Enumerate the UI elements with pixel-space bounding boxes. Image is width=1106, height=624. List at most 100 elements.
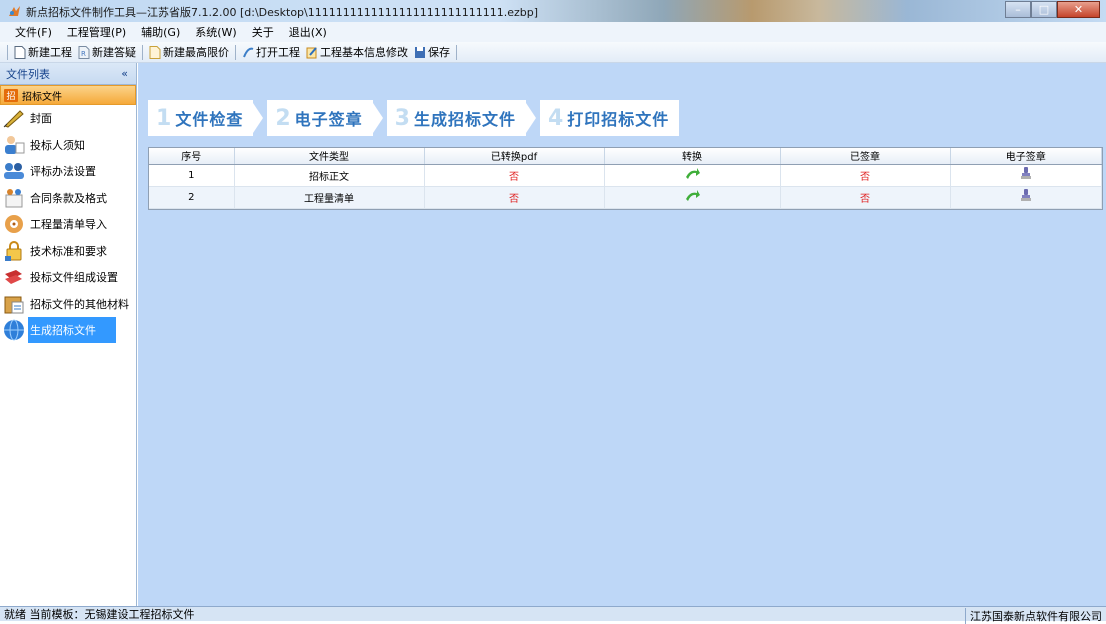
menu-exit[interactable]: 退出(X) <box>282 24 335 40</box>
app-icon <box>9 6 20 16</box>
menu-about[interactable]: 关于 <box>245 24 282 40</box>
title-bar[interactable]: 新点招标文件制作工具—江苏省版7.1.2.00 [d:\Desktop\1111… <box>0 0 1106 22</box>
sidebar-item-bidder-notice[interactable]: 投标人须知 <box>0 132 136 159</box>
step-file-check[interactable]: 1 文件检查 <box>148 100 254 136</box>
new-max-price-label: 新建最高限价 <box>163 46 229 59</box>
step-number: 3 <box>394 105 410 131</box>
folder-icon <box>4 296 24 314</box>
cell-converted: 否 <box>424 186 605 209</box>
close-button[interactable]: ✕ <box>1057 1 1100 18</box>
save-label: 保存 <box>428 46 450 59</box>
step-label: 打印招标文件 <box>567 110 670 129</box>
sidebar-item-bill-import[interactable]: 工程量清单导入 <box>0 211 136 238</box>
people-icon <box>4 163 24 180</box>
new-answer-button[interactable]: R 新建答疑 <box>75 43 139 62</box>
table-row[interactable]: 2 工程量清单 否 否 <box>149 186 1102 209</box>
bid-tag-icon: 招 <box>4 88 18 102</box>
contract-icon <box>5 188 23 208</box>
grid-header-row: 序号 文件类型 已转换pdf 转换 已签章 电子签章 <box>149 148 1102 165</box>
maximize-button[interactable]: □ <box>1031 1 1057 18</box>
column-header-signed[interactable]: 已签章 <box>780 148 951 165</box>
sidebar-item-tech-standards[interactable]: 技术标准和要求 <box>0 238 136 265</box>
cell-type: 工程量清单 <box>234 186 425 209</box>
edit-info-button[interactable]: 工程基本信息修改 <box>303 43 411 62</box>
step-generate[interactable]: 3 生成招标文件 <box>386 100 526 136</box>
toolbar-separator <box>456 44 457 60</box>
step-label: 文件检查 <box>175 110 244 129</box>
status-text: 就绪 当前模板：无锡建设工程招标文件 <box>4 608 195 621</box>
cell-type: 招标正文 <box>234 164 425 187</box>
convert-arrow-icon[interactable] <box>684 167 700 180</box>
main-panel: 1 文件检查 2 电子签章 3 生成招标文件 4 打印招标文件 序号 文件类型 … <box>138 63 1106 606</box>
sidebar-item-label: 投标文件组成设置 <box>30 271 118 285</box>
sidebar-item-label: 合同条款及格式 <box>30 191 107 205</box>
file-list-header: 文件列表 « <box>0 63 136 85</box>
cell-convert <box>604 164 781 187</box>
toolbar: 新建工程 R 新建答疑 新建最高限价 打开工程 工程基本信息修改 保存 <box>0 42 1106 63</box>
open-project-label: 打开工程 <box>256 46 300 59</box>
step-number: 1 <box>156 105 172 131</box>
step-label: 电子签章 <box>294 110 363 129</box>
answer-doc-icon: R <box>78 45 90 59</box>
cell-convert <box>604 186 781 209</box>
cell-signed: 否 <box>780 186 951 209</box>
cell-seq: 1 <box>149 164 235 187</box>
company-name: 江苏国泰新点软件有限公司 <box>965 608 1102 624</box>
step-e-sign[interactable]: 2 电子签章 <box>267 100 373 136</box>
svg-text:R: R <box>81 50 86 58</box>
column-header-converted[interactable]: 已转换pdf <box>424 148 605 165</box>
toolbar-grip <box>7 44 8 60</box>
new-project-button[interactable]: 新建工程 <box>11 43 75 62</box>
file-list-title: 文件列表 <box>6 67 50 81</box>
group-bidding-doc[interactable]: 招 招标文件 <box>0 85 136 105</box>
convert-arrow-icon[interactable] <box>684 189 700 202</box>
new-answer-label: 新建答疑 <box>92 46 136 59</box>
pen-icon <box>3 110 24 128</box>
stamp-icon[interactable] <box>1020 167 1031 180</box>
stamp-icon[interactable] <box>1020 189 1031 202</box>
column-header-convert[interactable]: 转换 <box>604 148 781 165</box>
lock-icon <box>5 240 22 261</box>
menu-assist[interactable]: 辅助(G) <box>134 24 188 40</box>
sidebar-item-label: 生成招标文件 <box>28 317 116 344</box>
edit-icon <box>306 46 317 58</box>
step-wizard: 1 文件检查 2 电子签章 3 生成招标文件 4 打印招标文件 <box>148 100 680 136</box>
column-header-type[interactable]: 文件类型 <box>234 148 425 165</box>
cell-converted: 否 <box>424 164 605 187</box>
table-row[interactable]: 1 招标正文 否 否 <box>149 164 1102 187</box>
sidebar-item-cover[interactable]: 封面 <box>0 105 136 132</box>
sidebar-item-evaluation[interactable]: 评标办法设置 <box>0 158 136 185</box>
column-header-seq[interactable]: 序号 <box>149 148 235 165</box>
sidebar-item-other-materials[interactable]: 招标文件的其他材料 <box>0 291 136 318</box>
globe-icon <box>4 319 24 341</box>
price-doc-icon <box>149 45 161 59</box>
menu-bar: 文件(F) 工程管理(P) 辅助(G) 系统(W) 关于 退出(X) <box>0 22 1106 42</box>
sidebar-item-contract[interactable]: 合同条款及格式 <box>0 185 136 212</box>
menu-system[interactable]: 系统(W) <box>188 24 244 40</box>
cell-seq: 2 <box>149 186 235 209</box>
save-icon <box>415 46 425 58</box>
sidebar-item-generate[interactable]: 生成招标文件 <box>0 317 136 344</box>
window-controls: – □ ✕ <box>1005 1 1100 19</box>
step-number: 2 <box>275 105 291 131</box>
status-bar: 就绪 当前模板：无锡建设工程招标文件 江苏国泰新点软件有限公司 <box>0 606 1106 624</box>
menu-file[interactable]: 文件(F) <box>8 24 60 40</box>
step-print[interactable]: 4 打印招标文件 <box>539 100 680 136</box>
toolbar-separator <box>235 44 236 60</box>
save-button[interactable]: 保存 <box>411 43 453 62</box>
menu-project[interactable]: 工程管理(P) <box>60 24 134 40</box>
collapse-icon[interactable]: « <box>121 67 128 80</box>
sidebar-item-label: 投标人须知 <box>30 138 85 152</box>
edit-info-label: 工程基本信息修改 <box>320 46 408 59</box>
group-label: 招标文件 <box>22 91 62 103</box>
open-project-button[interactable]: 打开工程 <box>239 43 303 62</box>
step-label: 生成招标文件 <box>413 110 516 129</box>
minimize-button[interactable]: – <box>1005 1 1031 18</box>
column-header-e-sign[interactable]: 电子签章 <box>950 148 1102 165</box>
window-title: 新点招标文件制作工具—江苏省版7.1.2.00 [d:\Desktop\1111… <box>26 6 538 19</box>
sidebar-item-label: 工程量清单导入 <box>30 218 107 232</box>
file-grid: 序号 文件类型 已转换pdf 转换 已签章 电子签章 1 招标正文 否 否 2 … <box>148 147 1103 210</box>
sidebar-item-bid-composition[interactable]: 投标文件组成设置 <box>0 264 136 291</box>
new-max-price-button[interactable]: 新建最高限价 <box>146 43 232 62</box>
cell-e-sign <box>950 164 1102 187</box>
